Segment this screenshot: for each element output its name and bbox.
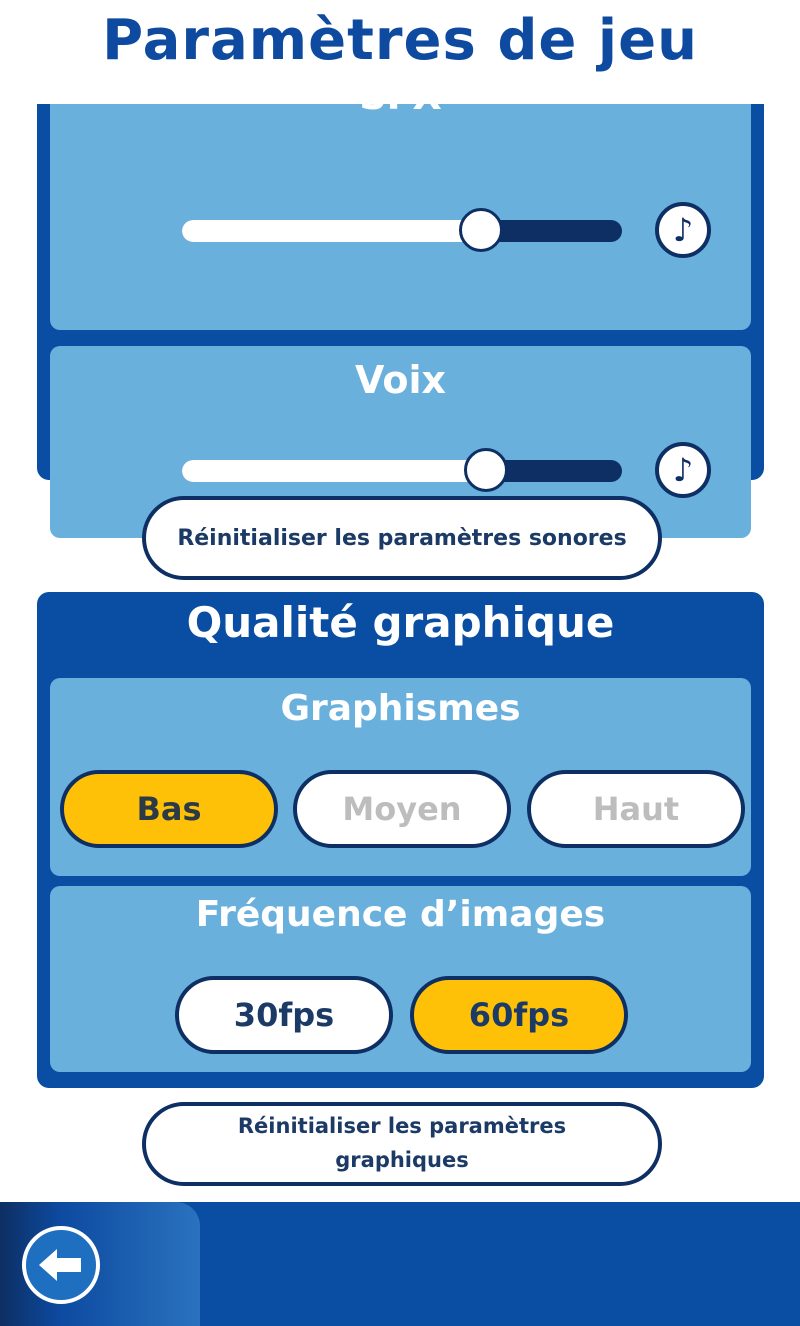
framerate-card: Fréquence d’images 30fps 60fps bbox=[50, 886, 751, 1072]
graphics-title: Qualité graphique bbox=[186, 598, 615, 647]
sfx-card: SFX ♪ bbox=[50, 104, 751, 330]
voice-music-button[interactable]: ♪ bbox=[655, 442, 711, 498]
reset-graphics-label: Réinitialiser les paramètres graphiques bbox=[237, 1114, 567, 1172]
sfx-slider-fill bbox=[182, 220, 482, 242]
reset-audio-button[interactable]: Réinitialiser les paramètres sonores bbox=[142, 496, 662, 580]
audio-settings-panel: SFX ♪ Voix ♪ bbox=[37, 104, 764, 538]
voice-slider-fill bbox=[182, 460, 486, 482]
reset-graphics-button[interactable]: Réinitialiser les paramètres graphiques bbox=[142, 1102, 662, 1186]
back-arrow-icon bbox=[39, 1249, 81, 1281]
bottom-navigation-bar bbox=[0, 1202, 800, 1326]
quality-option-medium[interactable]: Moyen bbox=[293, 770, 511, 848]
sfx-slider-thumb[interactable] bbox=[459, 208, 504, 252]
quality-option-high[interactable]: Haut bbox=[527, 770, 745, 848]
framerate-option-60fps[interactable]: 60fps bbox=[410, 976, 628, 1054]
music-note-icon: ♪ bbox=[672, 211, 694, 249]
graphics-settings-panel: Qualité graphique Graphismes Bas Moyen H… bbox=[37, 592, 764, 1088]
sfx-label: SFX bbox=[50, 104, 751, 118]
voice-slider-thumb[interactable] bbox=[463, 448, 508, 492]
quality-option-low[interactable]: Bas bbox=[60, 770, 278, 848]
framerate-label: Fréquence d’images bbox=[195, 894, 606, 935]
graphics-quality-card: Graphismes Bas Moyen Haut bbox=[50, 678, 751, 876]
graphics-quality-label: Graphismes bbox=[280, 688, 521, 729]
music-note-icon: ♪ bbox=[672, 451, 694, 489]
back-button[interactable] bbox=[22, 1226, 100, 1304]
sfx-volume-slider[interactable] bbox=[182, 208, 622, 252]
page-title: Paramètres de jeu bbox=[102, 8, 698, 73]
sfx-music-button[interactable]: ♪ bbox=[655, 202, 711, 258]
voice-volume-slider[interactable] bbox=[182, 448, 622, 492]
settings-scroll-area[interactable]: SFX ♪ Voix ♪ Réinitialiser les paramètre… bbox=[0, 104, 800, 1202]
voice-label: Voix bbox=[355, 358, 446, 402]
framerate-option-30fps[interactable]: 30fps bbox=[175, 976, 393, 1054]
back-button-zone bbox=[0, 1202, 200, 1326]
